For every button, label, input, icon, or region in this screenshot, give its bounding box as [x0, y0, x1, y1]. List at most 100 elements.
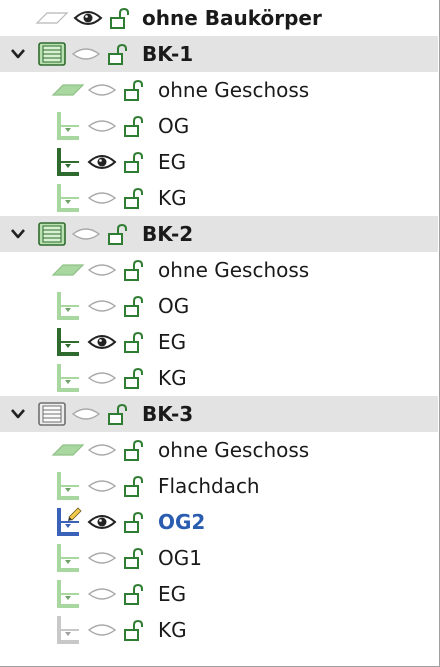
visibility-toggle[interactable] — [87, 540, 117, 576]
lock-toggle[interactable] — [121, 576, 145, 612]
tree-item-og[interactable]: OG — [0, 288, 438, 324]
tree-group-bk-1[interactable]: BK-1 — [0, 36, 438, 72]
lock-open-icon — [124, 511, 143, 533]
eye-hidden-icon — [87, 372, 117, 384]
eye-hidden-icon — [87, 192, 117, 204]
tree-item-og1[interactable]: OG1 — [0, 540, 438, 576]
eye-icon — [87, 335, 117, 349]
visibility-toggle[interactable] — [87, 252, 117, 288]
lock-open-icon — [108, 403, 127, 425]
eye-hidden-icon — [87, 588, 117, 600]
visibility-toggle[interactable] — [73, 0, 103, 36]
item-label: OG — [158, 114, 190, 138]
type-icon-cell — [52, 540, 82, 576]
building-icon — [38, 222, 66, 246]
type-icon-cell — [52, 360, 82, 396]
lock-toggle[interactable] — [121, 612, 145, 648]
visibility-toggle[interactable] — [87, 576, 117, 612]
visibility-toggle[interactable] — [87, 180, 117, 216]
floor-icon — [57, 328, 79, 356]
visibility-toggle[interactable] — [87, 504, 117, 540]
floor-icon — [57, 148, 79, 176]
floor-icon — [57, 472, 79, 500]
expand-toggle[interactable] — [6, 396, 30, 432]
lock-toggle[interactable] — [121, 540, 145, 576]
lock-toggle[interactable] — [121, 432, 145, 468]
lock-toggle[interactable] — [105, 216, 129, 252]
lock-toggle[interactable] — [121, 252, 145, 288]
type-icon-cell — [36, 36, 68, 72]
tree-item-kg[interactable]: KG — [0, 360, 438, 396]
tree-group-bk-3[interactable]: BK-3 — [0, 396, 438, 432]
eye-hidden-icon — [87, 552, 117, 564]
tree-item-og2[interactable]: OG2 — [0, 504, 438, 540]
eye-icon — [73, 11, 103, 25]
tree-item-eg[interactable]: EG — [0, 144, 438, 180]
lock-toggle[interactable] — [121, 324, 145, 360]
building-icon — [38, 402, 66, 426]
expand-toggle[interactable] — [6, 216, 30, 252]
tree-item-eg[interactable]: EG — [0, 576, 438, 612]
item-label: EG — [158, 150, 187, 174]
visibility-toggle[interactable] — [87, 612, 117, 648]
chevron-down-icon — [11, 229, 25, 239]
tree-item-ohne-geschoss[interactable]: ohne Geschoss — [0, 72, 438, 108]
tree-item-ohne-baukoerper[interactable]: ohne Baukörper — [0, 0, 438, 36]
lock-toggle[interactable] — [121, 144, 145, 180]
eye-hidden-icon — [71, 228, 101, 240]
chevron-down-icon — [11, 409, 25, 419]
type-icon-cell — [52, 504, 82, 540]
visibility-toggle[interactable] — [87, 108, 117, 144]
tree-item-ohne-geschoss[interactable]: ohne Geschoss — [0, 252, 438, 288]
visibility-toggle[interactable] — [71, 216, 101, 252]
plane-outline-icon — [35, 12, 69, 24]
eye-hidden-icon — [87, 84, 117, 96]
lock-toggle[interactable] — [121, 72, 145, 108]
eye-icon — [87, 155, 117, 169]
lock-toggle[interactable] — [121, 360, 145, 396]
visibility-toggle[interactable] — [87, 324, 117, 360]
tree-item-flachdach[interactable]: Flachdach — [0, 468, 438, 504]
tree-item-ohne-geschoss[interactable]: ohne Geschoss — [0, 432, 438, 468]
tree-item-eg[interactable]: EG — [0, 324, 438, 360]
item-label: OG2 — [158, 510, 206, 534]
visibility-toggle[interactable] — [71, 36, 101, 72]
type-icon-cell — [52, 612, 82, 648]
eye-hidden-icon — [71, 408, 101, 420]
eye-hidden-icon — [87, 120, 117, 132]
item-label: ohne Geschoss — [158, 258, 310, 282]
type-icon-cell — [52, 576, 82, 612]
plane-icon — [51, 84, 85, 96]
lock-toggle[interactable] — [121, 180, 145, 216]
lock-toggle[interactable] — [121, 504, 145, 540]
item-label: KG — [158, 618, 187, 642]
floor-icon — [57, 184, 79, 212]
item-label: ohne Geschoss — [158, 438, 310, 462]
visibility-toggle[interactable] — [87, 468, 117, 504]
lock-open-icon — [124, 259, 143, 281]
lock-toggle[interactable] — [105, 36, 129, 72]
visibility-toggle[interactable] — [87, 144, 117, 180]
visibility-toggle[interactable] — [87, 432, 117, 468]
visibility-toggle[interactable] — [87, 288, 117, 324]
eye-hidden-icon — [87, 300, 117, 312]
lock-toggle[interactable] — [121, 108, 145, 144]
expand-toggle[interactable] — [6, 36, 30, 72]
lock-toggle[interactable] — [121, 468, 145, 504]
floor-icon — [57, 580, 79, 608]
item-label: BK-1 — [142, 42, 194, 66]
tree-item-kg[interactable]: KG — [0, 612, 438, 648]
lock-toggle[interactable] — [105, 396, 129, 432]
eye-hidden-icon — [87, 444, 117, 456]
lock-toggle[interactable] — [121, 288, 145, 324]
lock-toggle[interactable] — [107, 0, 131, 36]
floor-icon — [57, 544, 79, 572]
tree-group-bk-2[interactable]: BK-2 — [0, 216, 438, 252]
visibility-toggle[interactable] — [71, 396, 101, 432]
tree-item-og[interactable]: OG — [0, 108, 438, 144]
visibility-toggle[interactable] — [87, 72, 117, 108]
type-icon-cell — [52, 324, 82, 360]
eye-hidden-icon — [87, 264, 117, 276]
tree-item-kg[interactable]: KG — [0, 180, 438, 216]
visibility-toggle[interactable] — [87, 360, 117, 396]
